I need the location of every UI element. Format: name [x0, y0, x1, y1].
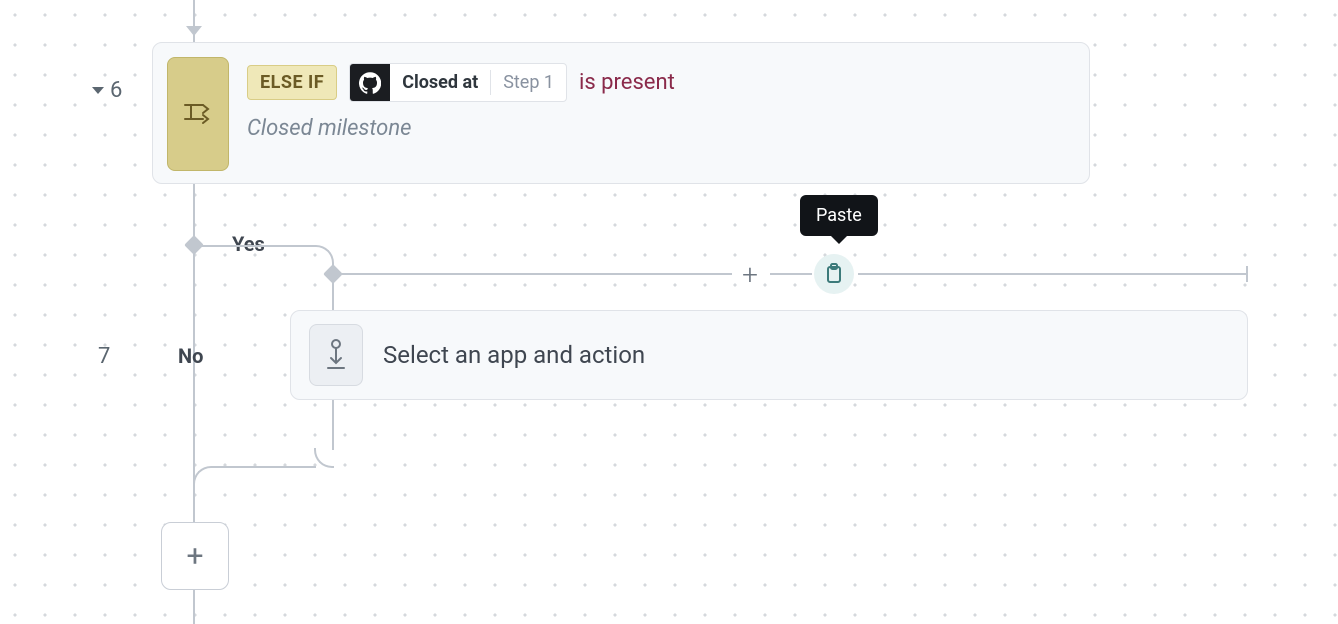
elseif-tag: ELSE IF — [247, 65, 337, 100]
connector-line — [332, 400, 334, 450]
datapill-field: Closed at — [390, 64, 490, 101]
connector-corner — [193, 466, 213, 486]
connector-line — [770, 273, 812, 275]
connector-corner — [314, 448, 334, 468]
arrowhead-icon — [186, 26, 202, 36]
step-number-7: 7 — [98, 344, 110, 369]
condition-operator: is present — [579, 70, 675, 95]
paste-button[interactable] — [814, 254, 854, 294]
connector-line — [213, 466, 316, 468]
condition-description: Closed milestone — [247, 116, 1075, 141]
connector-corner — [314, 245, 334, 265]
condition-step-card[interactable]: ELSE IF Closed at Step 1 is present Clos… — [152, 42, 1090, 184]
caret-down-icon — [92, 87, 104, 94]
plus-icon: + — [742, 258, 758, 291]
branch-icon — [167, 57, 229, 171]
paste-tooltip: Paste — [800, 195, 878, 236]
github-icon — [350, 64, 390, 101]
add-step-button[interactable]: + — [730, 254, 770, 294]
branch-yes-label: Yes — [232, 232, 265, 256]
condition-body: ELSE IF Closed at Step 1 is present Clos… — [247, 57, 1075, 141]
action-step-title: Select an app and action — [383, 341, 645, 369]
paste-icon — [824, 263, 844, 285]
datapill-step: Step 1 — [491, 64, 566, 101]
connector-end-tick — [1246, 266, 1248, 282]
connector-line — [193, 590, 195, 624]
connector-line — [332, 281, 334, 311]
action-placeholder-icon — [309, 324, 363, 386]
condition-row: ELSE IF Closed at Step 1 is present — [247, 63, 1075, 102]
branch-no-label: No — [178, 344, 203, 368]
datapill[interactable]: Closed at Step 1 — [349, 63, 567, 102]
plus-icon: + — [186, 539, 203, 574]
connector-line — [340, 273, 732, 275]
connector-line — [201, 245, 314, 247]
action-step-card[interactable]: Select an app and action — [290, 310, 1248, 400]
step-number-6[interactable]: 6 — [92, 78, 122, 103]
add-step-node[interactable]: + — [161, 522, 229, 590]
step-6-label: 6 — [110, 78, 122, 103]
connector-line — [858, 273, 1246, 275]
workflow-canvas[interactable]: 6 7 ELSE IF Close — [0, 0, 1338, 624]
